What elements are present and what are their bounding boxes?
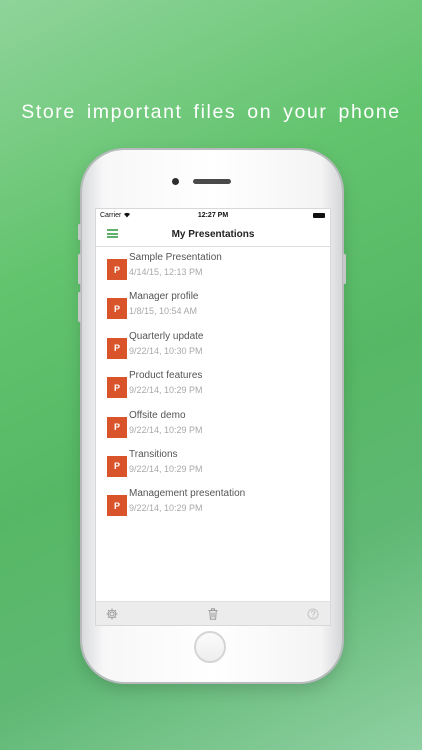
battery-icon bbox=[313, 213, 325, 218]
tagline: Store important files on your phone bbox=[21, 101, 401, 123]
powerpoint-file-icon: P bbox=[107, 416, 127, 438]
status-bar: Carrier 12:27 PM bbox=[96, 209, 330, 223]
list-item[interactable]: P Transitions 9/22/14, 10:29 PM bbox=[96, 444, 330, 483]
list-item[interactable]: P Sample Presentation 4/14/15, 12:13 PM bbox=[96, 247, 330, 286]
status-time: 12:27 PM bbox=[197, 212, 229, 219]
file-name: Transitions bbox=[129, 448, 178, 460]
navigation-bar: My Presentations bbox=[96, 223, 330, 247]
power-button bbox=[343, 254, 346, 284]
powerpoint-file-icon: P bbox=[107, 298, 127, 320]
presentation-list: P Sample Presentation 4/14/15, 12:13 PM … bbox=[96, 247, 330, 523]
app-screen: Carrier 12:27 PM My Presentations P Samp… bbox=[95, 208, 331, 626]
list-item[interactable]: P Product features 9/22/14, 10:29 PM bbox=[96, 365, 330, 404]
earpiece-speaker bbox=[193, 179, 231, 184]
powerpoint-file-icon: P bbox=[107, 377, 127, 399]
home-button[interactable] bbox=[194, 631, 226, 663]
file-date: 9/22/14, 10:29 PM bbox=[129, 424, 203, 435]
file-name: Product features bbox=[129, 370, 203, 382]
list-item[interactable]: P Quarterly update 9/22/14, 10:30 PM bbox=[96, 326, 330, 365]
file-date: 9/22/14, 10:29 PM bbox=[129, 463, 203, 474]
powerpoint-file-icon: P bbox=[107, 259, 127, 280]
file-name: Manager profile bbox=[129, 291, 199, 303]
bottom-toolbar bbox=[96, 601, 330, 625]
file-date: 9/22/14, 10:30 PM bbox=[129, 345, 203, 356]
help-icon[interactable] bbox=[307, 607, 319, 620]
phone-frame: Carrier 12:27 PM My Presentations P Samp… bbox=[78, 150, 346, 682]
file-name: Management presentation bbox=[129, 488, 246, 500]
file-name: Quarterly update bbox=[129, 330, 204, 342]
mute-switch bbox=[78, 224, 81, 240]
powerpoint-file-icon: P bbox=[107, 337, 127, 359]
page-title: My Presentations bbox=[171, 229, 255, 240]
front-camera bbox=[172, 178, 179, 185]
list-item[interactable]: P Management presentation 9/22/14, 10:29… bbox=[96, 483, 330, 522]
gear-icon[interactable] bbox=[106, 607, 118, 620]
volume-up-button bbox=[78, 254, 81, 284]
list-item[interactable]: P Offsite demo 9/22/14, 10:29 PM bbox=[96, 405, 330, 444]
file-date: 1/8/15, 10:54 AM bbox=[129, 306, 198, 317]
file-date: 9/22/14, 10:29 PM bbox=[129, 385, 203, 396]
file-name: Offsite demo bbox=[129, 409, 186, 421]
list-item[interactable]: P Manager profile 1/8/15, 10:54 AM bbox=[96, 286, 330, 325]
file-date: 4/14/15, 12:13 PM bbox=[129, 267, 203, 277]
volume-down-button bbox=[78, 292, 81, 322]
trash-icon[interactable] bbox=[207, 607, 219, 620]
powerpoint-file-icon: P bbox=[107, 455, 127, 477]
powerpoint-file-icon: P bbox=[107, 495, 127, 517]
file-name: Sample Presentation bbox=[129, 252, 222, 263]
file-date: 9/22/14, 10:29 PM bbox=[129, 503, 203, 514]
